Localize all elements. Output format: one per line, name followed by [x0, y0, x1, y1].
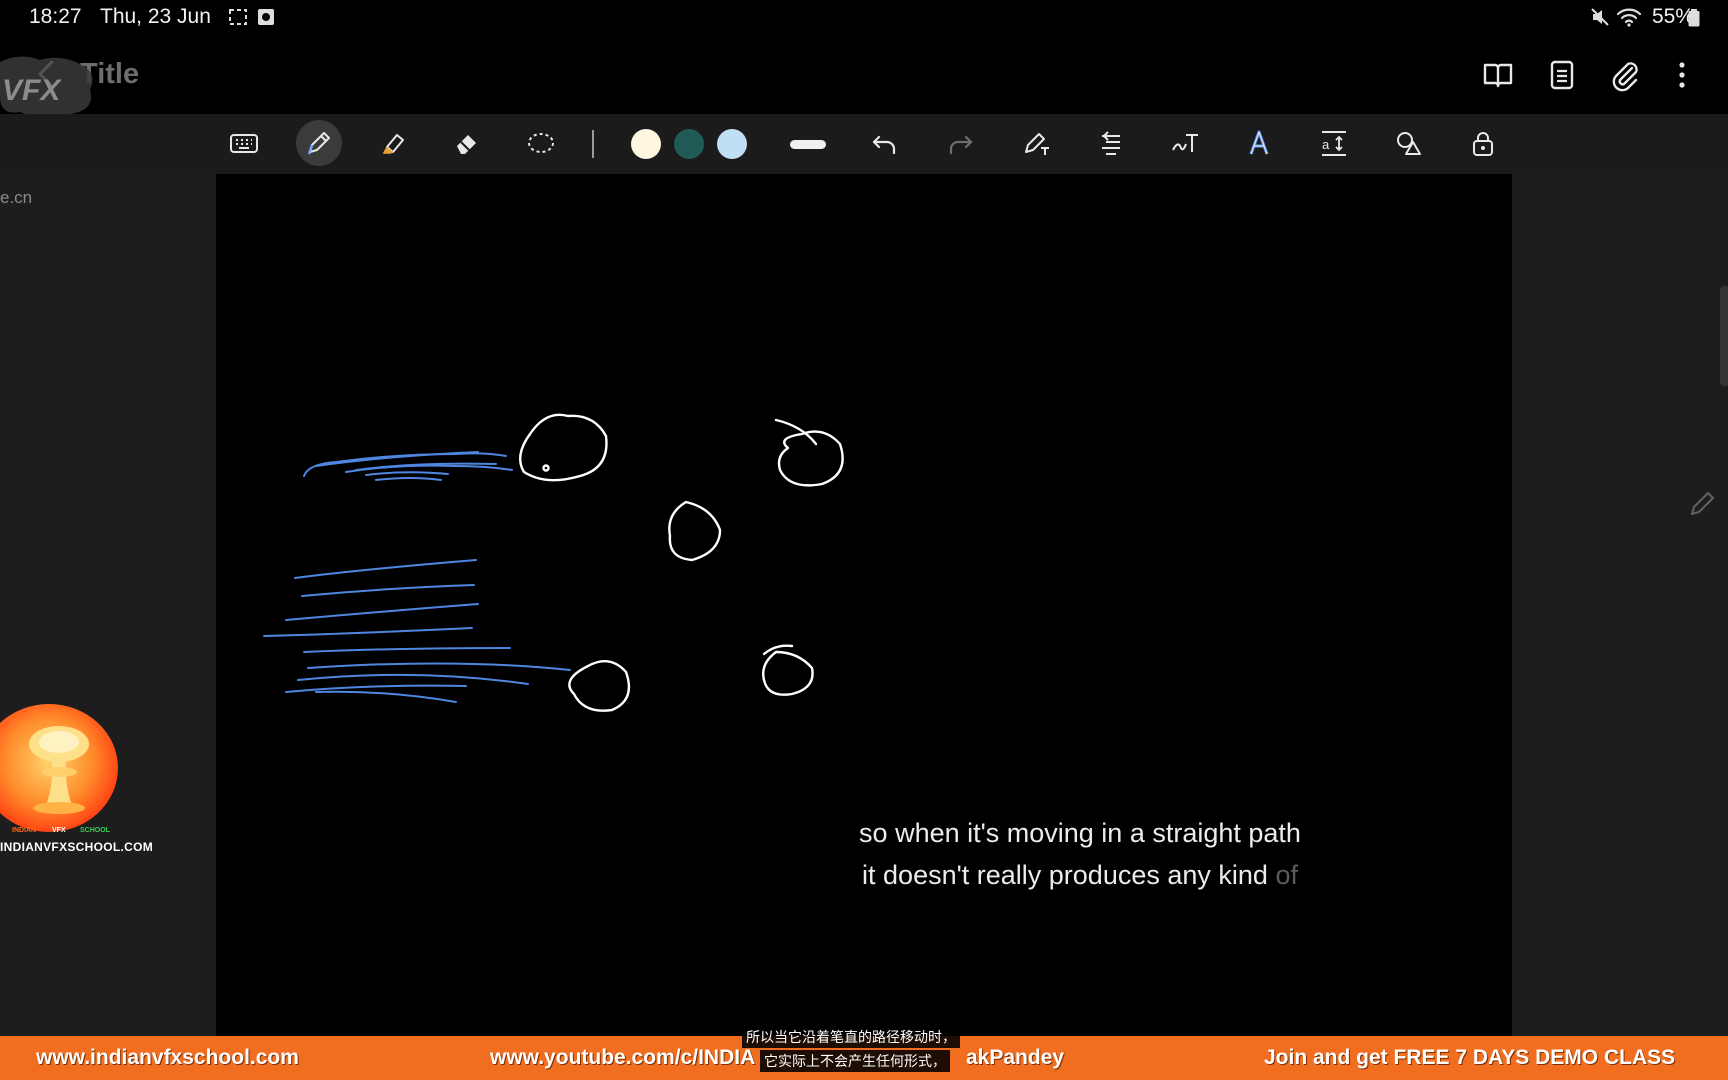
badge-word-indian: INDIAN: [12, 827, 37, 834]
more-options-button[interactable]: [1665, 58, 1699, 92]
status-bar: 18:27 Thu, 23 Jun 55%: [0, 0, 1728, 36]
badge-url: INDIANVFXSCHOOL.COM: [0, 840, 154, 854]
lasso-icon: [528, 133, 554, 153]
subtitle-line-2-tail: of: [1275, 860, 1298, 890]
banner-cta[interactable]: Join and get FREE 7 DAYS DEMO CLASS: [1264, 1046, 1675, 1070]
sketch-layer: [263, 413, 844, 712]
undo-button[interactable]: [861, 120, 907, 166]
workspace: e.cn so when it's moving in a straight p…: [0, 174, 1728, 1036]
text-style-button[interactable]: [1236, 120, 1282, 166]
handwriting-button[interactable]: [1162, 120, 1208, 166]
svg-text:a: a: [1322, 137, 1330, 152]
stroke-size-button[interactable]: [790, 140, 826, 149]
text-align-button[interactable]: [1088, 120, 1134, 166]
pen-tool-button[interactable]: [296, 120, 342, 166]
pen-toolbar: a: [0, 114, 1728, 174]
keyboard-icon: [230, 134, 258, 153]
indian-vfx-school-badge: INDIAN VFX SCHOOL INDIANVFXSCHOOL.COM: [0, 704, 160, 854]
screen-record-icon: [229, 9, 247, 25]
subtitle-line-2-text: it doesn't really produces any kind: [862, 860, 1268, 890]
particles: [518, 413, 844, 712]
highlighter-tool-button[interactable]: [370, 120, 416, 166]
vfx-watermark-text: VFX: [2, 74, 62, 107]
handwriting-icon: [1172, 134, 1198, 152]
motion-lines: [263, 451, 571, 703]
camera-status-icon: [258, 9, 274, 25]
shapes-icon: [1397, 132, 1421, 155]
lasso-tool-button[interactable]: [518, 120, 564, 166]
banner-youtube-right[interactable]: akPandey: [966, 1046, 1064, 1070]
shapes-button[interactable]: [1385, 120, 1431, 166]
redo-icon: [949, 135, 973, 155]
mute-icon: [1591, 8, 1609, 26]
subtitle-line-1: so when it's moving in a straight path: [859, 818, 1301, 848]
eraser-tool-button[interactable]: [444, 120, 490, 166]
banner-youtube-left[interactable]: www.youtube.com/c/INDIA: [490, 1046, 755, 1070]
badge-word-vfx: VFX: [52, 827, 66, 834]
watermark-url: e.cn: [0, 188, 33, 207]
text-resize-button[interactable]: a: [1311, 120, 1357, 166]
floating-pen-button[interactable]: [1686, 486, 1720, 520]
text-resize-icon: a: [1322, 131, 1346, 156]
redo-button[interactable]: [938, 120, 984, 166]
battery-icon: [1688, 9, 1700, 27]
title-bar: Title: [0, 36, 1728, 114]
color-swatch-cream[interactable]: [631, 129, 661, 159]
keyboard-button[interactable]: [221, 120, 267, 166]
page-view-button[interactable]: [1545, 58, 1579, 92]
undo-icon: [872, 135, 896, 155]
attach-button[interactable]: [1608, 58, 1642, 92]
highlighter-icon: [382, 134, 404, 154]
scroll-handle[interactable]: [1720, 286, 1728, 386]
status-time: 18:27: [29, 5, 82, 28]
eraser-icon: [457, 135, 476, 154]
pen-icon: [307, 132, 330, 155]
lock-button[interactable]: [1460, 120, 1506, 166]
color-swatch-light-blue[interactable]: [717, 129, 747, 159]
toolbar-divider: [592, 130, 594, 158]
status-date: Thu, 23 Jun: [100, 5, 211, 28]
pen-to-text-icon: [1025, 133, 1049, 155]
explosion-icon: [29, 726, 89, 814]
drawing-canvas[interactable]: so when it's moving in a straight path i…: [216, 174, 1512, 1036]
pen-to-text-button[interactable]: [1014, 120, 1060, 166]
vfx-watermark-logo: VFX: [0, 56, 93, 118]
banner-website[interactable]: www.indianvfxschool.com: [36, 1046, 299, 1070]
wifi-icon: [1616, 8, 1642, 27]
text-align-icon: [1102, 131, 1120, 155]
reading-mode-button[interactable]: [1481, 58, 1515, 92]
chinese-subtitle-line-2: 它实际上不会产生任何形式，: [760, 1050, 950, 1072]
lock-icon: [1473, 132, 1493, 156]
color-swatch-teal[interactable]: [674, 129, 704, 159]
chinese-subtitle-line-1: 所以当它沿着笔直的路径移动时，: [742, 1026, 960, 1048]
text-style-icon: [1249, 130, 1269, 155]
badge-word-school: SCHOOL: [80, 827, 110, 834]
subtitle-line-2: it doesn't really produces any kind of: [832, 860, 1328, 891]
